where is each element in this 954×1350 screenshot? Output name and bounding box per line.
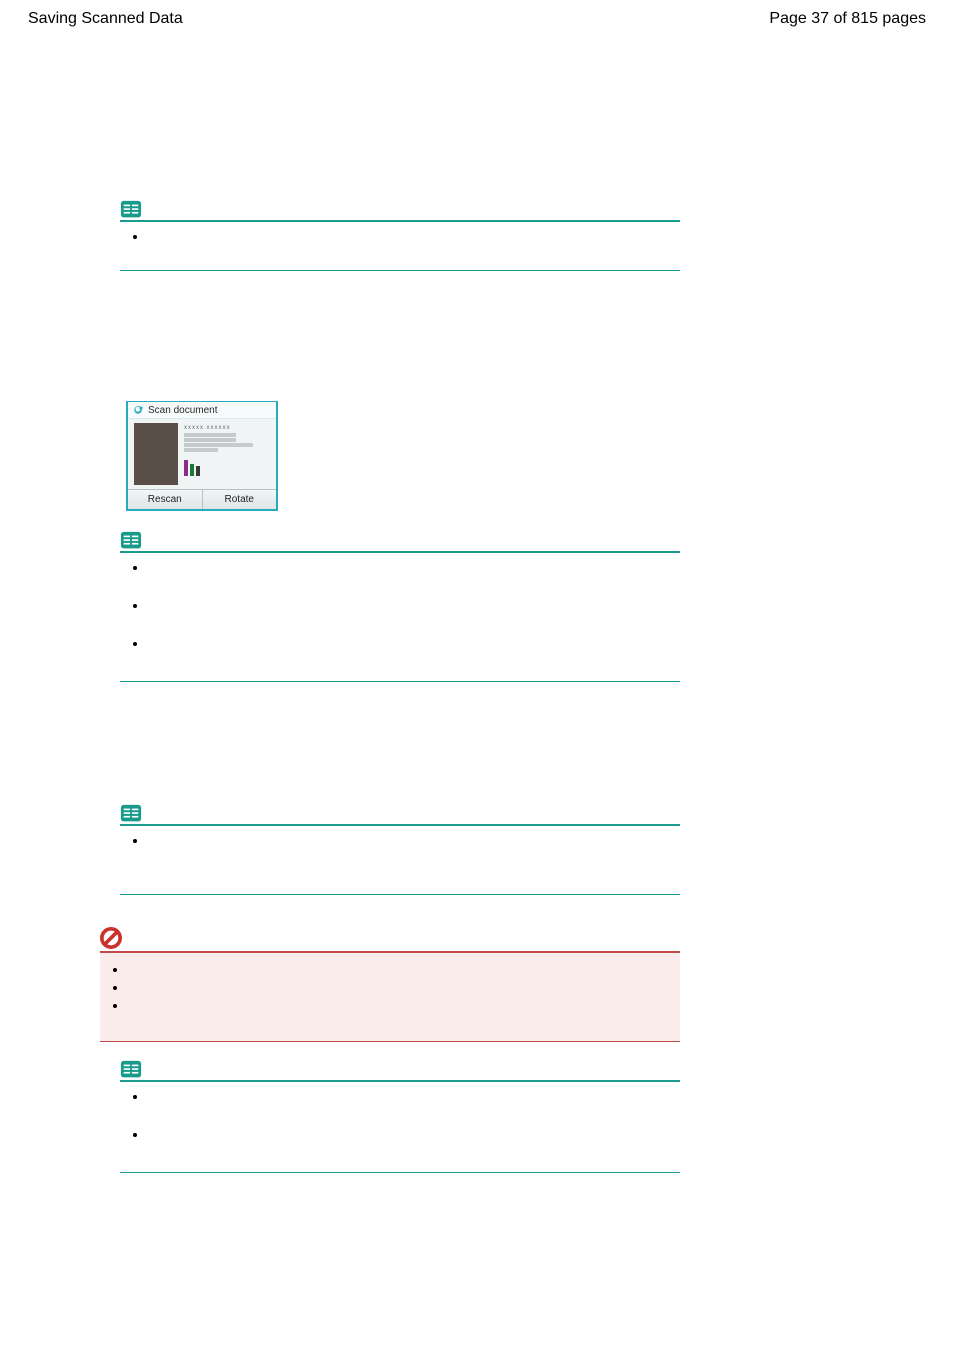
note-list: a b [120,1088,680,1142]
list-item: . [126,1205,680,1228]
note-body: a b c [120,559,680,682]
note-icon [120,531,142,549]
scan-placeholder-text: xxxxx xxxxxx [184,425,270,431]
note-icon [120,200,142,218]
note-block-3: a [120,804,680,905]
scan-info: xxxxx xxxxxx [184,423,270,485]
note-icon [120,804,142,822]
list-item: a [148,1088,680,1104]
important-block: a b c [100,927,680,1042]
rotate-button[interactable]: Rotate [203,490,277,509]
note-icon [120,1060,142,1078]
list-item: c [148,635,680,651]
note-header [120,804,680,826]
list-item: a [148,559,680,575]
note-block-1: a [120,200,680,281]
refresh-icon [132,404,144,416]
list-item: a [148,832,680,848]
note-body: a [120,832,680,895]
bar-icon [184,458,270,476]
note-list: a [120,832,680,848]
list-item: b [148,1126,680,1142]
list-item: b [148,597,680,613]
page-header: Saving Scanned Data Page 37 of 815 pages [0,0,954,28]
scan-panel-title: Scan document [128,402,276,419]
list-item: a [128,961,680,977]
important-body: a b c [100,953,680,1042]
scan-thumbnail [134,423,178,485]
page: Saving Scanned Data Page 37 of 815 pages… [0,0,954,1350]
note-header [120,1060,680,1082]
scan-panel-body: xxxxx xxxxxx [128,419,276,489]
note-list: a b c [120,559,680,651]
note-body: a b [120,1088,680,1173]
note-block-2: a b c [120,531,680,692]
rescan-button[interactable]: Rescan [128,490,203,509]
page-title: Saving Scanned Data [28,10,183,28]
content: a Scan document xxxxx xxxxxx [0,28,954,1228]
trailing-bullet: . [86,1205,680,1228]
list-item: c [128,997,680,1013]
note-body: a [120,228,680,271]
list-item: a [148,228,680,244]
prohibited-icon [100,927,122,949]
note-block-4: a b [120,1060,680,1183]
scan-panel-buttons: Rescan Rotate [128,489,276,509]
list-item: b [128,979,680,995]
important-list: a b c [100,961,680,1013]
page-indicator: Page 37 of 815 pages [769,10,926,28]
note-header [120,200,680,222]
note-header [120,531,680,553]
important-header [100,927,680,953]
scan-panel-title-text: Scan document [148,405,218,416]
scan-document-panel: Scan document xxxxx xxxxxx Rescan Rotate [126,401,278,511]
note-list: a [120,228,680,244]
